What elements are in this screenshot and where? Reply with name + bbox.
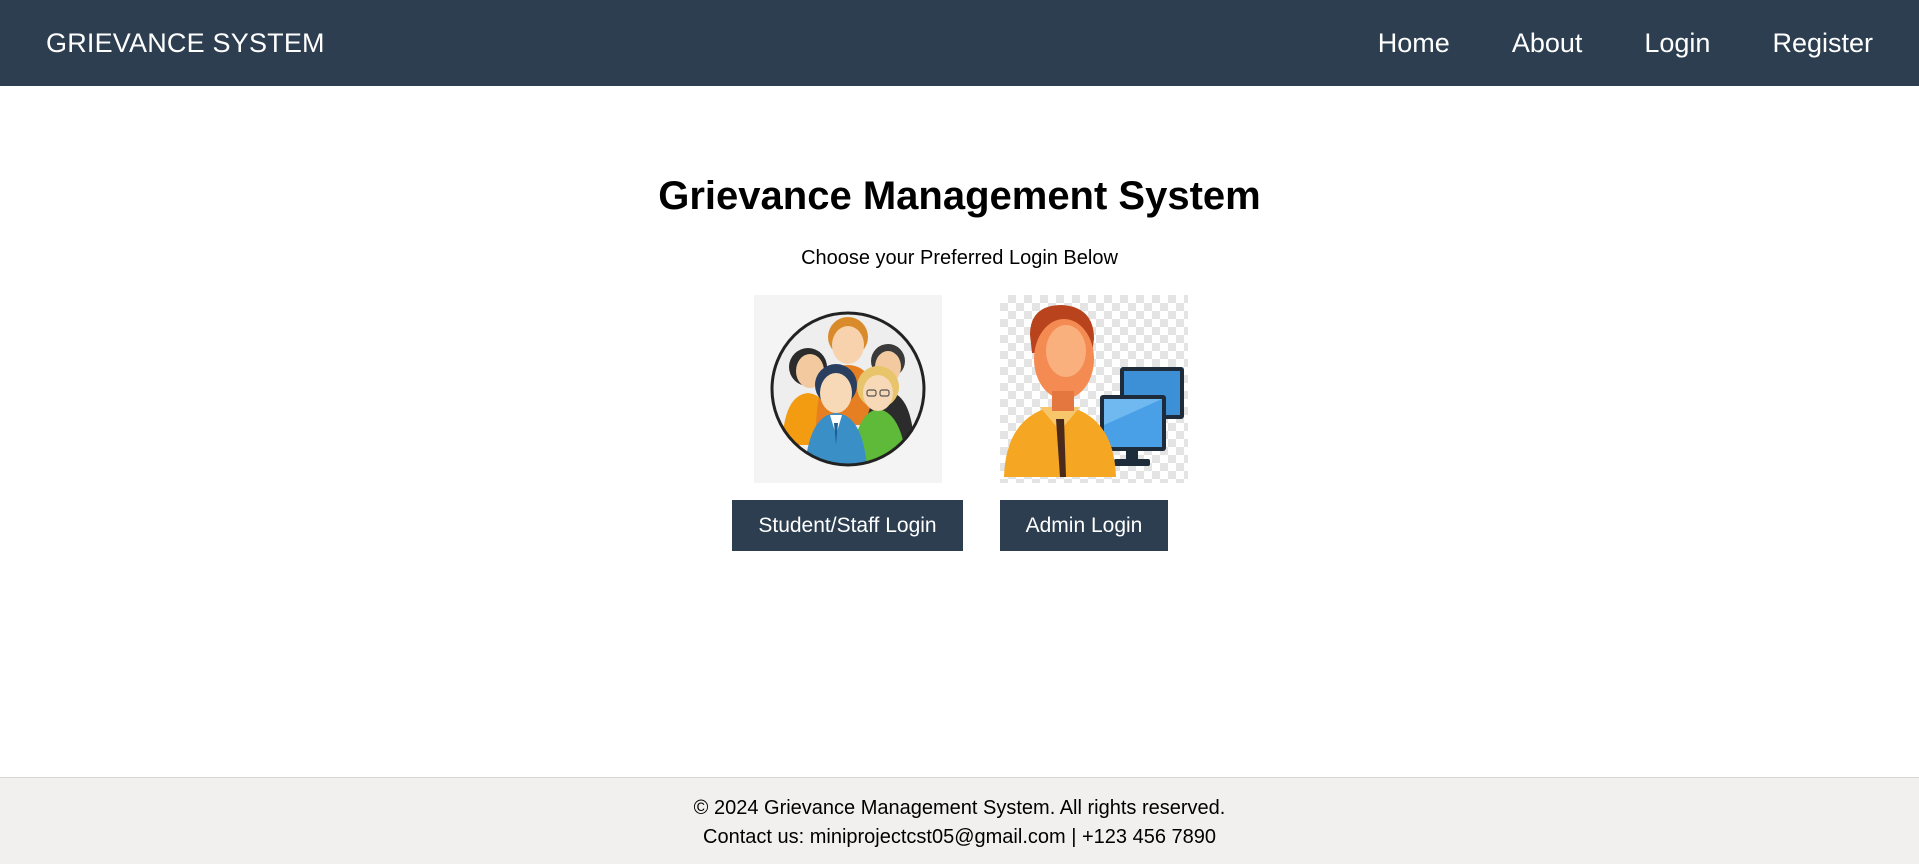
- navbar: GRIEVANCE SYSTEM Home About Login Regist…: [0, 0, 1919, 86]
- footer-copyright: © 2024 Grievance Management System. All …: [693, 797, 1226, 819]
- admin-computer-icon: [1000, 295, 1188, 483]
- main-content: Grievance Management System Choose your …: [0, 86, 1919, 777]
- page-title: Grievance Management System: [658, 174, 1261, 218]
- brand-logo-text[interactable]: GRIEVANCE SYSTEM: [46, 28, 325, 59]
- page-subtitle: Choose your Preferred Login Below: [801, 247, 1118, 269]
- student-staff-login-button[interactable]: Student/Staff Login: [732, 500, 963, 551]
- admin-login-button[interactable]: Admin Login: [1000, 500, 1168, 551]
- footer: © 2024 Grievance Management System. All …: [0, 777, 1919, 864]
- user-group-icon: [754, 295, 942, 483]
- nav-link-login[interactable]: Login: [1644, 28, 1710, 59]
- nav-link-home[interactable]: Home: [1378, 28, 1450, 59]
- nav-links: Home About Login Register: [1316, 28, 1873, 59]
- nav-link-about[interactable]: About: [1512, 28, 1583, 59]
- nav-link-register[interactable]: Register: [1772, 28, 1873, 59]
- footer-contact: Contact us: miniprojectcst05@gmail.com |…: [703, 826, 1216, 848]
